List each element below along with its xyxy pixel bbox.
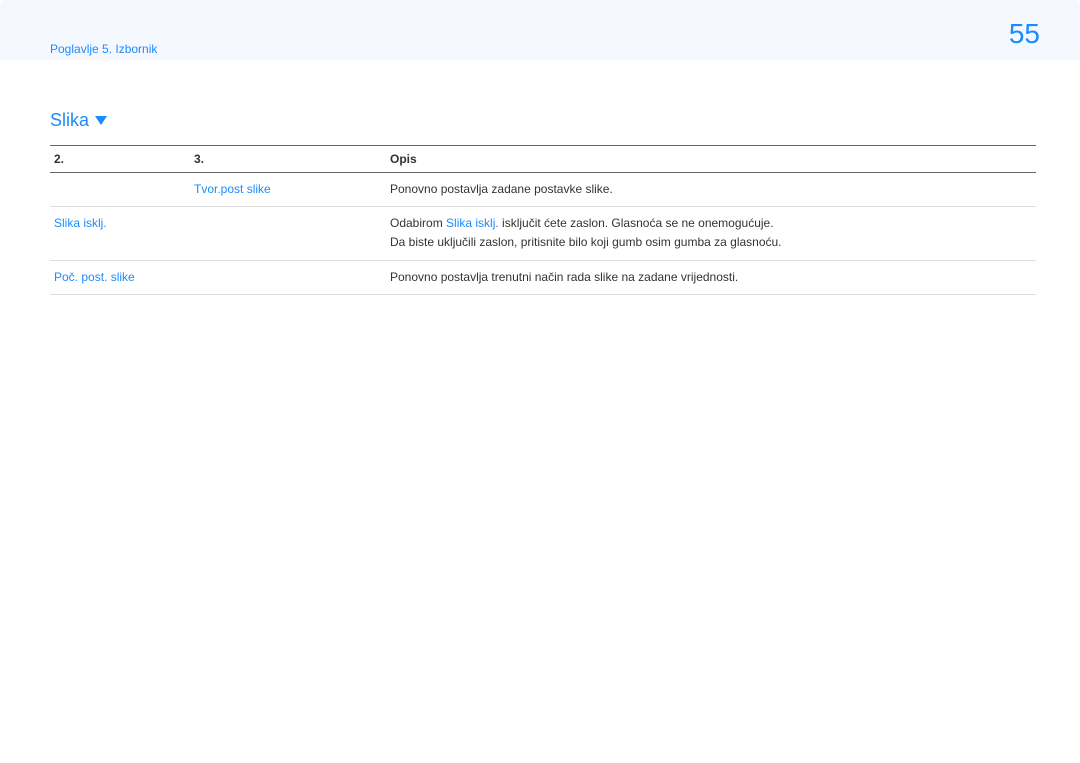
section-title: Slika bbox=[50, 110, 1036, 131]
table-cell-col1: Poč. post. slike bbox=[50, 260, 190, 294]
content-area: Slika 2. 3. Opis Tvor.post slike Ponovno … bbox=[0, 60, 1080, 295]
settings-table: 2. 3. Opis Tvor.post slike Ponovno postav… bbox=[50, 145, 1036, 295]
table-cell-text: isključit ćete zaslon. Glasnoća se ne on… bbox=[499, 216, 774, 230]
page-number: 55 bbox=[1009, 18, 1040, 50]
table-cell-text: Ponovno postavlja zadane postavke slike. bbox=[390, 182, 613, 196]
table-row: Tvor.post slike Ponovno postavlja zadane … bbox=[50, 173, 1036, 207]
table-row: Poč. post. slike Ponovno postavlja trenut… bbox=[50, 260, 1036, 294]
table-header-row: 2. 3. Opis bbox=[50, 146, 1036, 173]
table-cell-text: Odabirom bbox=[390, 216, 446, 230]
table-cell-col3: Ponovno postavlja zadane postavke slike. bbox=[386, 173, 1036, 207]
triangle-down-icon bbox=[95, 116, 107, 125]
header-band: 55 Poglavlje 5. Izbornik bbox=[0, 0, 1080, 60]
chapter-label: Poglavlje 5. Izbornik bbox=[50, 42, 157, 56]
table-cell-col3: Ponovno postavlja trenutni način rada sl… bbox=[386, 260, 1036, 294]
table-cell-col2: Tvor.post slike bbox=[190, 173, 386, 207]
table-cell-text: Slika isklj. bbox=[446, 216, 499, 230]
table-cell-col1 bbox=[50, 173, 190, 207]
table-header-3: 3. bbox=[190, 146, 386, 173]
table-cell-col1: Slika isklj. bbox=[50, 207, 190, 260]
table-cell-col3: Odabirom Slika isklj. isključit ćete zas… bbox=[386, 207, 1036, 260]
table-header-opis: Opis bbox=[386, 146, 1036, 173]
table-row: Slika isklj.Odabirom Slika isklj. isklju… bbox=[50, 207, 1036, 260]
table-cell-col2 bbox=[190, 207, 386, 260]
section-title-text: Slika bbox=[50, 110, 89, 131]
table-cell-text: Ponovno postavlja trenutni način rada sl… bbox=[390, 270, 738, 284]
table-cell-text: Da biste uključili zaslon, pritisnite bi… bbox=[390, 233, 1032, 252]
table-cell-col2 bbox=[190, 260, 386, 294]
table-header-2: 2. bbox=[50, 146, 190, 173]
